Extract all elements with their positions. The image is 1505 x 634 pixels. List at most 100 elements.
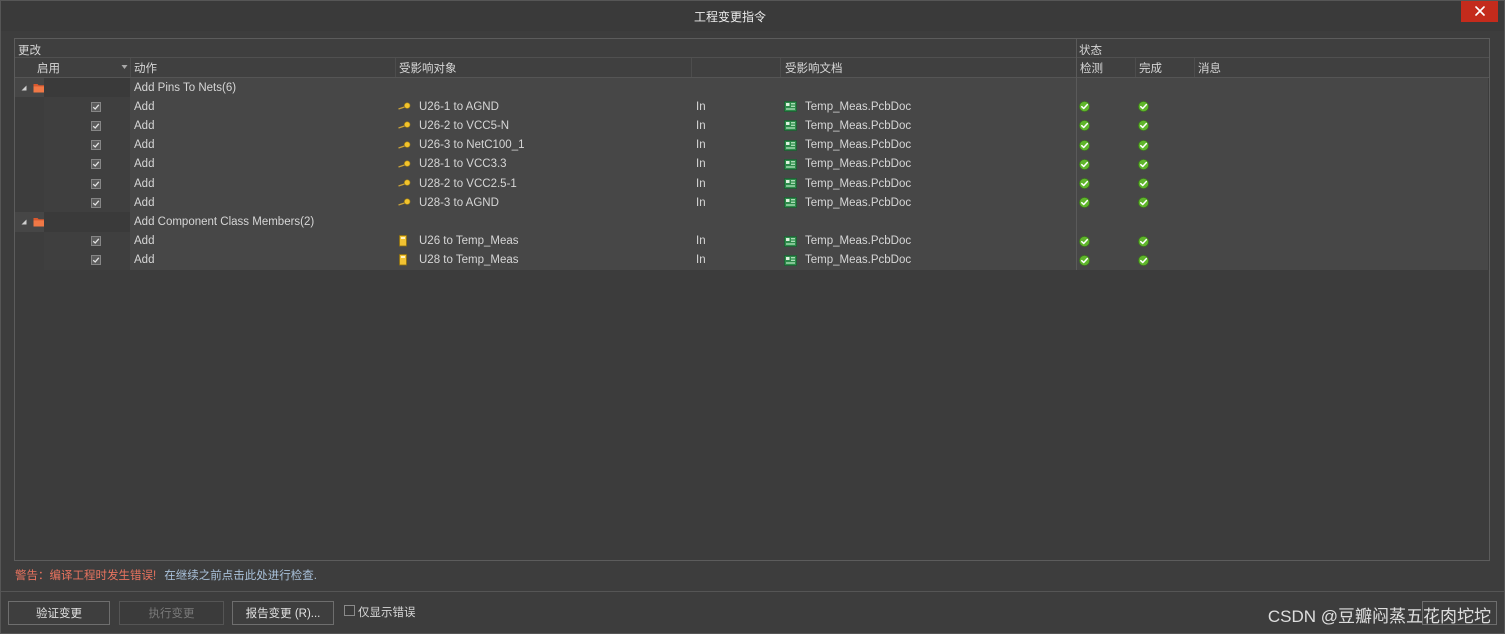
affected-document-cell: Temp_Meas.PcbDoc [780, 116, 1076, 135]
check-status-cell [1076, 174, 1135, 193]
enable-checkbox[interactable] [91, 236, 101, 247]
enable-checkbox[interactable] [91, 140, 101, 151]
direction-cell: In [691, 116, 780, 135]
enable-cell [44, 135, 130, 155]
group-tree-cell [15, 212, 44, 232]
group-row[interactable]: Add Pins To Nets(6) [15, 78, 1488, 98]
component-icon [398, 235, 419, 247]
row-indent-cell [15, 97, 44, 117]
direction-cell: In [691, 193, 780, 212]
action-cell: Add [130, 193, 395, 212]
success-icon [1079, 120, 1090, 132]
pcbdoc-icon [784, 120, 805, 132]
enable-cell [44, 116, 130, 136]
row-indent-cell [15, 231, 44, 251]
success-icon [1138, 235, 1149, 247]
check-status-cell [1076, 78, 1135, 97]
affected-object-cell: U26-1 to AGND [395, 97, 691, 116]
column-header-enable[interactable]: 启用 [15, 58, 130, 77]
direction-text: In [696, 235, 706, 248]
change-row[interactable]: Add U28 to Temp_Meas In Temp_Meas.PcbDoc [15, 250, 1488, 270]
title-bar[interactable]: 工程变更指令 [0, 0, 1505, 31]
change-row[interactable]: Add U26-1 to AGND In Temp_Meas.PcbDoc [15, 97, 1488, 117]
success-icon [1079, 197, 1090, 209]
column-header-direction[interactable] [691, 58, 780, 77]
footer-divider [0, 591, 1505, 592]
close-icon [1474, 6, 1485, 16]
execute-changes-button[interactable]: 执行变更 [119, 601, 224, 625]
direction-cell: In [691, 251, 780, 270]
group-row[interactable]: Add Component Class Members(2) [15, 212, 1488, 232]
group-label-cell: Add Pins To Nets(6) [130, 78, 1076, 97]
action-cell: Add [130, 136, 395, 155]
action-cell: Add [130, 155, 395, 174]
change-row[interactable]: Add U26-3 to NetC100_1 In Temp_Meas.PcbDoc [15, 135, 1488, 155]
column-header-check[interactable]: 检测 [1076, 58, 1135, 77]
column-header-action[interactable]: 动作 [130, 58, 395, 77]
change-row[interactable]: Add U28-3 to AGND In Temp_Meas.PcbDoc [15, 193, 1488, 213]
affected-object-text: U26-2 to VCC5-N [419, 119, 510, 132]
affected-document-text: Temp_Meas.PcbDoc [805, 235, 912, 248]
message-cell [1194, 78, 1488, 97]
direction-text: In [696, 177, 706, 190]
pcbdoc-icon [784, 101, 805, 113]
group-label-cell: Add Component Class Members(2) [130, 212, 1076, 231]
direction-cell: In [691, 232, 780, 251]
action-text: Add [134, 254, 155, 267]
change-row[interactable]: Add U26 to Temp_Meas In Temp_Meas.PcbDoc [15, 231, 1488, 251]
enable-checkbox[interactable] [91, 159, 101, 170]
pin-icon [398, 179, 419, 188]
enable-checkbox[interactable] [91, 101, 101, 112]
validate-changes-button[interactable]: 验证变更 [8, 601, 110, 625]
action-text: Add [134, 177, 155, 190]
group-header-status: 状态 [1079, 45, 1102, 57]
pcbdoc-icon [784, 158, 805, 170]
folder-icon [33, 83, 44, 93]
window-close-button[interactable] [1461, 0, 1498, 22]
check-hint-link[interactable]: 在继续之前点击此处进行检查. [164, 570, 317, 582]
done-status-cell [1135, 174, 1194, 193]
enable-checkbox[interactable] [91, 120, 101, 131]
success-icon [1079, 159, 1090, 170]
column-header-affected-object[interactable]: 受影响对象 [395, 58, 691, 77]
filter-dropdown-icon[interactable] [121, 64, 128, 70]
only-show-errors-checkbox[interactable] [344, 605, 355, 616]
success-icon [1138, 197, 1149, 209]
change-row[interactable]: Add U28-2 to VCC2.5-1 In Temp_Meas.PcbDoc [15, 173, 1488, 194]
done-status-cell [1135, 155, 1194, 174]
affected-object-cell: U26-2 to VCC5-N [395, 116, 691, 135]
group-enable-cell [44, 212, 130, 232]
success-icon [1138, 159, 1149, 170]
done-status-cell [1135, 116, 1194, 135]
affected-object-cell: U28-1 to VCC3.3 [395, 155, 691, 174]
action-text: Add [134, 235, 155, 248]
enable-cell [44, 97, 130, 117]
done-status-cell [1135, 232, 1194, 251]
enable-checkbox[interactable] [91, 197, 101, 208]
enable-checkbox[interactable] [91, 255, 101, 266]
pcbdoc-icon [784, 197, 805, 209]
check-status-cell [1076, 193, 1135, 212]
report-changes-button[interactable]: 报告变更 (R)... [232, 601, 334, 625]
affected-document-text: Temp_Meas.PcbDoc [805, 139, 912, 152]
done-status-cell [1135, 251, 1194, 270]
changes-grid[interactable]: 更改 状态 启用 动作 受影响对象 受影响文档 检测 完成 消息 Add Pin… [14, 38, 1490, 561]
row-indent-cell [15, 250, 44, 270]
grid-rows: Add Pins To Nets(6) Add U26-1 to AGND In Tem… [15, 78, 1489, 270]
column-header-message[interactable]: 消息 [1194, 58, 1488, 77]
enable-checkbox[interactable] [91, 178, 101, 189]
change-row[interactable]: Add U28-1 to VCC3.3 In Temp_Meas.PcbDoc [15, 154, 1488, 174]
message-cell [1194, 97, 1488, 116]
status-message: 警告：编译工程时发生错误! 在继续之前点击此处进行检查. [15, 567, 317, 583]
affected-object-text: U26-1 to AGND [419, 100, 499, 113]
column-header-affected-document[interactable]: 受影响文档 [780, 58, 1076, 77]
column-header-done[interactable]: 完成 [1135, 58, 1194, 77]
check-status-cell [1076, 232, 1135, 251]
action-text: Add [134, 139, 155, 152]
check-status-cell [1076, 116, 1135, 135]
affected-document-text: Temp_Meas.PcbDoc [805, 177, 912, 190]
change-row[interactable]: Add U26-2 to VCC5-N In Temp_Meas.PcbDoc [15, 116, 1488, 136]
expanded-toggle-icon[interactable] [21, 85, 27, 91]
expanded-toggle-icon[interactable] [21, 219, 27, 225]
action-cell: Add [130, 174, 395, 193]
